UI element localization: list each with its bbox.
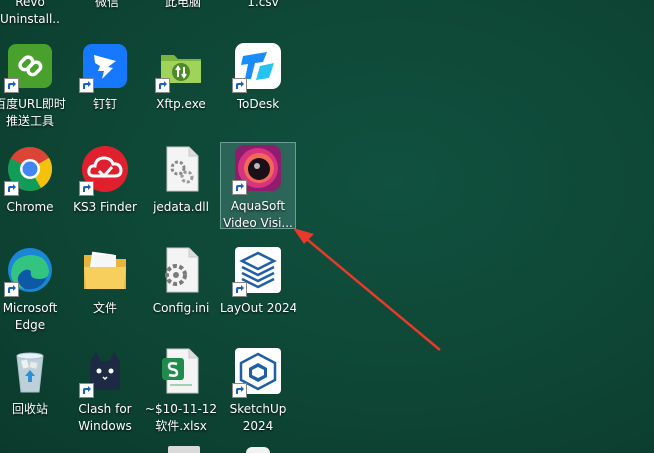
edge-icon — [4, 245, 55, 297]
dingtalk-label: 钉钉 — [92, 97, 117, 111]
revo-label[interactable]: Revo Uninstall... — [0, 0, 60, 28]
dll-file-icon — [156, 144, 206, 194]
desktop-icon-aquasoft[interactable]: AquaSoft Video Visi... — [220, 142, 296, 229]
shortcut-arrow-icon — [79, 181, 94, 196]
ks3-cloud-icon — [79, 144, 130, 196]
clash-cat-icon — [79, 346, 130, 398]
spreadsheet-icon — [156, 346, 206, 396]
config-ini-label: Config.ini — [152, 301, 210, 315]
desktop-icon-jedata-dll[interactable]: jedata.dll — [143, 143, 219, 217]
ini-file-icon — [156, 245, 206, 295]
clash-label: Clash for Windows — [78, 402, 132, 433]
desktop-icon-xlsx-file[interactable]: ~$10-11-12 软件.xlsx — [143, 345, 219, 436]
xftp-folder-icon — [155, 41, 206, 93]
recycle-bin-icon — [5, 346, 55, 396]
desktop-icon-dingtalk[interactable]: 钉钉 — [67, 40, 143, 114]
shortcut-arrow-icon — [4, 282, 19, 297]
this-pc-label[interactable]: 此电脑 — [163, 0, 203, 11]
shortcut-arrow-icon — [155, 78, 170, 93]
layout-icon — [232, 245, 283, 297]
shortcut-arrow-icon — [79, 383, 94, 398]
edge-label: Microsoft Edge — [2, 301, 58, 332]
sketchup-icon — [232, 346, 283, 398]
csv-file-label[interactable]: 1.csv — [243, 0, 283, 11]
folder-wenjian-label: 文件 — [92, 301, 117, 315]
desktop-icon-sketchup-2024[interactable]: SketchUp 2024 — [220, 345, 296, 436]
shortcut-arrow-icon — [4, 181, 19, 196]
todesk-icon — [232, 41, 283, 93]
jedata-dll-label: jedata.dll — [153, 200, 209, 214]
partial-icon-bottom — [246, 447, 270, 453]
shortcut-arrow-icon — [232, 180, 247, 195]
aquasoft-label: AquaSoft Video Visi... — [223, 199, 293, 228]
todesk-label: ToDesk — [236, 97, 280, 111]
chrome-icon — [4, 144, 55, 196]
desktop-icon-edge[interactable]: Microsoft Edge — [0, 244, 68, 335]
xftp-label: Xftp.exe — [156, 97, 206, 111]
desktop: Revo Uninstall... 微信 此电脑 1.csv 百度URL即时 推… — [0, 0, 654, 453]
sketchup-2024-label: SketchUp 2024 — [229, 402, 287, 433]
shortcut-arrow-icon — [232, 78, 247, 93]
chrome-label: Chrome — [6, 200, 54, 214]
folder-icon — [80, 245, 130, 295]
dingtalk-icon — [79, 41, 130, 93]
desktop-icon-recycle-bin[interactable]: 回收站 — [0, 345, 68, 419]
desktop-icon-layout-2024[interactable]: LayOut 2024 — [220, 244, 296, 318]
desktop-icon-xftp[interactable]: Xftp.exe — [143, 40, 219, 114]
desktop-icon-chrome[interactable]: Chrome — [0, 143, 68, 217]
wechat-label[interactable]: 微信 — [92, 0, 122, 11]
shortcut-arrow-icon — [79, 78, 94, 93]
desktop-icon-folder-wenjian[interactable]: 文件 — [67, 244, 143, 318]
recycle-bin-label: 回收站 — [11, 402, 48, 416]
desktop-icon-clash[interactable]: Clash for Windows — [67, 345, 143, 436]
desktop-icon-todesk[interactable]: ToDesk — [220, 40, 296, 114]
shortcut-arrow-icon — [4, 78, 19, 93]
desktop-icon-baidu-url[interactable]: 百度URL即时 推送工具 — [0, 40, 68, 131]
aquasoft-lens-icon — [232, 143, 283, 195]
shortcut-arrow-icon — [232, 383, 247, 398]
ks3-finder-label: KS3 Finder — [73, 200, 137, 214]
desktop-icon-config-ini[interactable]: Config.ini — [143, 244, 219, 318]
shortcut-arrow-icon — [232, 282, 247, 297]
baidu-url-label: 百度URL即时 推送工具 — [0, 97, 66, 128]
xlsx-file-label: ~$10-11-12 软件.xlsx — [144, 402, 218, 433]
link-chain-icon — [4, 41, 55, 93]
layout-2024-label: LayOut 2024 — [220, 301, 296, 315]
desktop-icon-ks3-finder[interactable]: KS3 Finder — [67, 143, 143, 217]
partial-icon-bottom — [168, 446, 200, 453]
